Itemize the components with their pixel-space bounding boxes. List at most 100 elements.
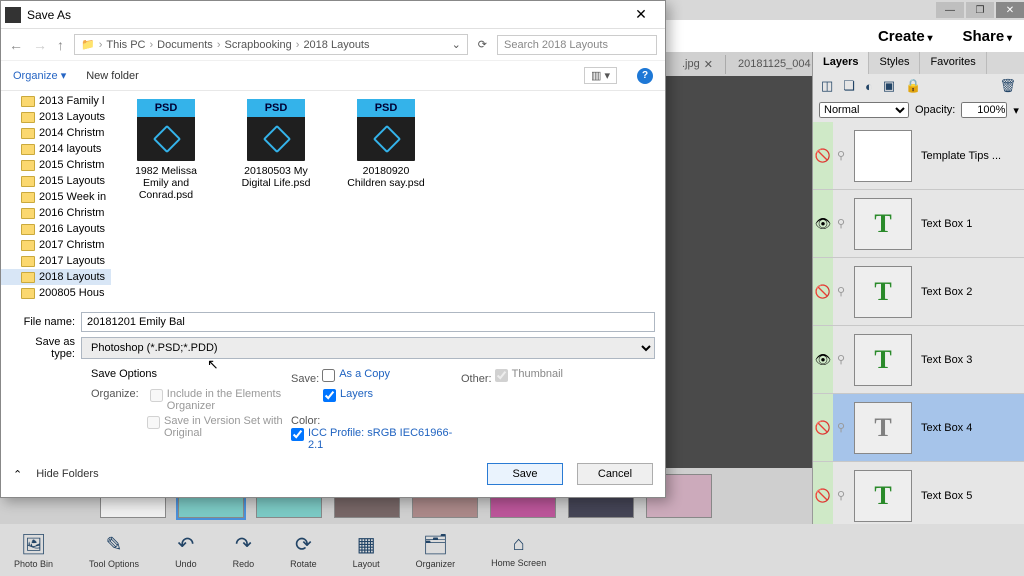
layer-name[interactable]: Text Box 3 xyxy=(917,354,1024,366)
folder-tree-item[interactable]: 2015 Week in xyxy=(1,189,111,205)
tool-icon: ⌂ xyxy=(513,533,525,556)
chevron-down-icon[interactable]: ▾ xyxy=(1013,104,1019,117)
opacity-label: Opacity: xyxy=(915,104,955,116)
folder-tree-item[interactable]: 2015 Christm xyxy=(1,157,111,173)
folder-tree-item[interactable]: 2014 layouts xyxy=(1,141,111,157)
close-icon[interactable]: ✕ xyxy=(704,58,713,71)
visibility-toggle[interactable]: 👁 xyxy=(813,190,833,257)
folder-tree-item[interactable]: 2018 Layouts xyxy=(1,269,111,285)
link-icon[interactable]: ⚲ xyxy=(833,462,849,524)
document-tab[interactable]: .jpg✕ xyxy=(670,55,726,74)
link-icon[interactable]: ⚲ xyxy=(833,258,849,325)
blend-mode-select[interactable]: Normal xyxy=(819,102,909,118)
address-breadcrumb[interactable]: 📁 › This PC› Documents› Scrapbooking› 20… xyxy=(74,34,468,55)
layer-thumbnail: T xyxy=(854,334,912,386)
view-mode-menu[interactable]: ▥ ▾ xyxy=(584,67,617,84)
layer-row[interactable]: 👁⚲T Text Box 3 xyxy=(813,326,1024,394)
visibility-toggle[interactable]: 🚫 xyxy=(813,462,833,524)
share-menu[interactable]: Share xyxy=(962,28,1012,45)
layer-thumbnail: T xyxy=(854,198,912,250)
folder-tree-item[interactable]: 2016 Layouts xyxy=(1,221,111,237)
savetype-select[interactable]: Photoshop (*.PSD;*.PDD) xyxy=(81,337,655,359)
file-item[interactable]: 20180503 My Digital Life.psd xyxy=(233,99,319,189)
create-menu[interactable]: Create xyxy=(878,28,933,45)
layer-thumbnail: T xyxy=(854,266,912,318)
nav-up-button[interactable]: ↑ xyxy=(57,37,64,53)
layer-row[interactable]: 🚫⚲T Text Box 2 xyxy=(813,258,1024,326)
as-a-copy-checkbox[interactable] xyxy=(322,369,335,382)
nav-back-button[interactable]: ← xyxy=(9,37,23,53)
toolbar-button[interactable]: ⌂Home Screen xyxy=(491,533,546,568)
panel-tab-layers[interactable]: Layers xyxy=(813,52,869,74)
folder-tree-item[interactable]: 200805 Hous xyxy=(1,285,111,301)
layer-row[interactable]: 🚫⚲ Template Tips ... xyxy=(813,122,1024,190)
layer-name[interactable]: Text Box 2 xyxy=(917,286,1024,298)
new-layer-icon[interactable]: ◫ xyxy=(821,78,833,94)
toolbar-button[interactable]: ↶Undo xyxy=(175,532,197,569)
layer-row[interactable]: 🚫⚲TText Box 5 xyxy=(813,462,1024,524)
savetype-label: Save as type: xyxy=(11,336,81,360)
chevron-up-icon[interactable]: ⌃ xyxy=(13,468,22,481)
hide-folders-toggle[interactable]: Hide Folders xyxy=(36,468,98,480)
organize-menu[interactable]: Organize ▾ xyxy=(13,69,66,82)
folder-icon xyxy=(21,112,35,123)
adjustment-icon[interactable]: ◐ xyxy=(865,79,873,94)
layer-name[interactable]: Text Box 1 xyxy=(917,218,1024,230)
layer-name[interactable]: Text Box 5 xyxy=(917,490,1024,502)
toolbar-button[interactable]: ⟳Rotate xyxy=(290,532,317,569)
file-item[interactable]: 1982 Melissa Emily and Conrad.psd xyxy=(123,99,209,201)
other-section-label: Other: xyxy=(461,373,492,385)
new-group-icon[interactable]: ❏ xyxy=(843,78,855,94)
window-maximize-button[interactable]: ❐ xyxy=(966,2,994,18)
layer-row[interactable]: 👁⚲T Text Box 1 xyxy=(813,190,1024,258)
visibility-toggle[interactable]: 🚫 xyxy=(813,394,833,461)
window-close-button[interactable]: ✕ xyxy=(996,2,1024,18)
panel-tab-styles[interactable]: Styles xyxy=(869,52,920,74)
toolbar-button[interactable]: 🖼Photo Bin xyxy=(14,532,53,569)
layers-checkbox[interactable] xyxy=(323,389,336,402)
app-icon xyxy=(5,7,21,23)
nav-forward-button[interactable]: → xyxy=(33,37,47,53)
new-folder-button[interactable]: New folder xyxy=(86,70,139,82)
icc-profile-checkbox[interactable] xyxy=(291,428,304,441)
search-input[interactable]: Search 2018 Layouts xyxy=(497,35,657,55)
layer-thumbnail: T xyxy=(854,402,912,454)
refresh-icon[interactable]: ⟳ xyxy=(478,38,487,51)
file-item[interactable]: 20180920 Children say.psd xyxy=(343,99,429,189)
visibility-toggle[interactable]: 🚫 xyxy=(813,122,833,189)
visibility-toggle[interactable]: 👁 xyxy=(813,326,833,393)
toolbar-button[interactable]: ▦Layout xyxy=(353,532,380,569)
folder-tree[interactable]: 2013 Family l2013 Layouts2014 Christm201… xyxy=(1,91,111,308)
folder-tree-item[interactable]: 2014 Christm xyxy=(1,125,111,141)
help-icon[interactable]: ? xyxy=(637,68,653,84)
file-list-area[interactable]: 1982 Melissa Emily and Conrad.psd 2018050… xyxy=(111,91,665,308)
layer-row[interactable]: 🚫⚲T Text Box 4 xyxy=(813,394,1024,462)
link-icon[interactable]: ⚲ xyxy=(833,326,849,393)
folder-tree-item[interactable]: 2017 Layouts xyxy=(1,253,111,269)
toolbar-button[interactable]: ✎Tool Options xyxy=(89,532,139,569)
layer-name[interactable]: Template Tips ... xyxy=(917,150,1024,162)
dialog-close-button[interactable]: ✕ xyxy=(621,6,661,23)
save-button[interactable]: Save xyxy=(487,463,563,485)
folder-tree-item[interactable]: 2013 Family l xyxy=(1,93,111,109)
trash-icon[interactable]: 🗑 xyxy=(999,78,1016,94)
opacity-input[interactable] xyxy=(961,102,1007,118)
folder-tree-item[interactable]: 2015 Layouts xyxy=(1,173,111,189)
folder-tree-item[interactable]: 2013 Layouts xyxy=(1,109,111,125)
panel-tab-favorites[interactable]: Favorites xyxy=(920,52,986,74)
link-icon[interactable]: ⚲ xyxy=(833,122,849,189)
visibility-toggle[interactable]: 🚫 xyxy=(813,258,833,325)
layers-toolbar: ◫ ❏ ◐ ▣ 🔒 🗑 xyxy=(813,74,1024,98)
link-icon[interactable]: ⚲ xyxy=(833,394,849,461)
cancel-button[interactable]: Cancel xyxy=(577,463,653,485)
folder-tree-item[interactable]: 2016 Christm xyxy=(1,205,111,221)
mask-icon[interactable]: ▣ xyxy=(883,78,895,94)
link-icon[interactable]: ⚲ xyxy=(833,190,849,257)
filename-input[interactable] xyxy=(81,312,655,332)
lock-icon[interactable]: 🔒 xyxy=(905,78,921,94)
layer-name[interactable]: Text Box 4 xyxy=(917,422,1024,434)
folder-tree-item[interactable]: 2017 Christm xyxy=(1,237,111,253)
window-minimize-button[interactable]: — xyxy=(936,2,964,18)
toolbar-button[interactable]: ↷Redo xyxy=(233,532,255,569)
toolbar-button[interactable]: 🗂Organizer xyxy=(416,532,456,569)
